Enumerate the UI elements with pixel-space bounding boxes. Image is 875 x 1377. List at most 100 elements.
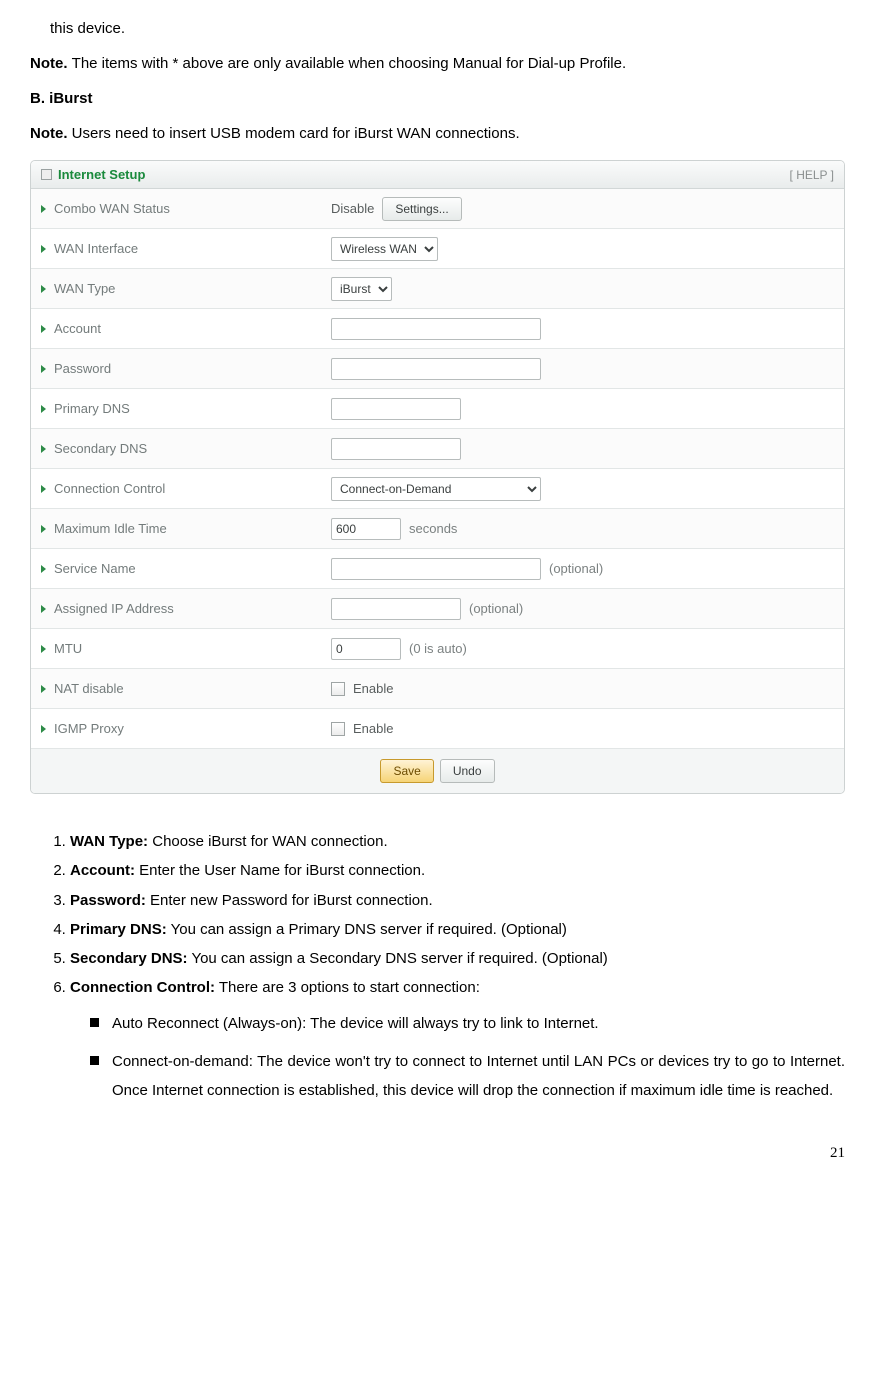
item-bold: Account: <box>70 862 135 879</box>
service-name-hint: (optional) <box>549 561 603 576</box>
list-item: Account: Enter the User Name for iBurst … <box>70 859 845 882</box>
service-name-input[interactable] <box>331 558 541 580</box>
primary-dns-input[interactable] <box>331 398 461 420</box>
arrow-icon <box>41 245 46 253</box>
row-nat-disable: NAT disable Enable <box>31 669 844 709</box>
nat-disable-checkbox[interactable] <box>331 682 345 696</box>
row-primary-dns: Primary DNS <box>31 389 844 429</box>
arrow-icon <box>41 645 46 653</box>
item-bold: WAN Type: <box>70 833 148 850</box>
igmp-proxy-checkbox[interactable] <box>331 722 345 736</box>
panel-footer: Save Undo <box>31 749 844 793</box>
row-service-name: Service Name (optional) <box>31 549 844 589</box>
igmp-proxy-label: IGMP Proxy <box>54 721 124 736</box>
row-mtu: MTU (0 is auto) <box>31 629 844 669</box>
list-item: WAN Type: Choose iBurst for WAN connecti… <box>70 830 845 853</box>
mtu-hint: (0 is auto) <box>409 641 467 656</box>
wan-type-label: WAN Type <box>54 281 115 296</box>
assigned-ip-input[interactable] <box>331 598 461 620</box>
combo-wan-label: Combo WAN Status <box>54 201 170 216</box>
secondary-dns-label: Secondary DNS <box>54 441 147 456</box>
note-1-prefix: Note. <box>30 55 72 72</box>
note-2-prefix: Note. <box>30 125 72 142</box>
sub-list-item: Connect-on-demand: The device won't try … <box>90 1048 845 1105</box>
arrow-icon <box>41 685 46 693</box>
mtu-label: MTU <box>54 641 82 656</box>
item-bold: Connection Control: <box>70 979 215 996</box>
row-igmp-proxy: IGMP Proxy Enable <box>31 709 844 749</box>
row-assigned-ip: Assigned IP Address (optional) <box>31 589 844 629</box>
service-name-label: Service Name <box>54 561 136 576</box>
arrow-icon <box>41 565 46 573</box>
save-button[interactable]: Save <box>380 759 433 783</box>
arrow-icon <box>41 285 46 293</box>
password-input[interactable] <box>331 358 541 380</box>
item-text: You can assign a Primary DNS server if r… <box>167 921 567 938</box>
arrow-icon <box>41 205 46 213</box>
arrow-icon <box>41 325 46 333</box>
arrow-icon <box>41 485 46 493</box>
list-item: Primary DNS: You can assign a Primary DN… <box>70 918 845 941</box>
description-list: WAN Type: Choose iBurst for WAN connecti… <box>30 830 845 1105</box>
item-bold: Secondary DNS: <box>70 950 188 967</box>
sub-list-item: Auto Reconnect (Always-on): The device w… <box>90 1010 845 1039</box>
note-2-body: Users need to insert USB modem card for … <box>72 125 520 142</box>
row-wan-interface: WAN Interface Wireless WAN <box>31 229 844 269</box>
igmp-proxy-option: Enable <box>353 721 393 736</box>
row-idle-time: Maximum Idle Time seconds <box>31 509 844 549</box>
section-b-heading: B. iBurst <box>30 90 845 107</box>
connection-control-select[interactable]: Connect-on-Demand <box>331 477 541 501</box>
panel-icon <box>41 169 52 180</box>
combo-wan-status: Disable <box>331 201 374 216</box>
mtu-input[interactable] <box>331 638 401 660</box>
panel-header: Internet Setup [ HELP ] <box>31 161 844 189</box>
item-text: Enter the User Name for iBurst connectio… <box>135 862 425 879</box>
row-connection-control: Connection Control Connect-on-Demand <box>31 469 844 509</box>
primary-dns-label: Primary DNS <box>54 401 130 416</box>
undo-button[interactable]: Undo <box>440 759 495 783</box>
arrow-icon <box>41 725 46 733</box>
password-label: Password <box>54 361 111 376</box>
arrow-icon <box>41 445 46 453</box>
wan-type-select[interactable]: iBurst <box>331 277 392 301</box>
secondary-dns-input[interactable] <box>331 438 461 460</box>
arrow-icon <box>41 525 46 533</box>
arrow-icon <box>41 405 46 413</box>
connection-control-label: Connection Control <box>54 481 165 496</box>
nat-disable-label: NAT disable <box>54 681 124 696</box>
row-secondary-dns: Secondary DNS <box>31 429 844 469</box>
idle-time-label: Maximum Idle Time <box>54 521 167 536</box>
item-text: Choose iBurst for WAN connection. <box>148 833 388 850</box>
item-text: You can assign a Secondary DNS server if… <box>188 950 608 967</box>
sub-list: Auto Reconnect (Always-on): The device w… <box>70 1010 845 1106</box>
list-item: Connection Control: There are 3 options … <box>70 976 845 1105</box>
item-text: Enter new Password for iBurst connection… <box>146 892 433 909</box>
assigned-ip-label: Assigned IP Address <box>54 601 174 616</box>
row-password: Password <box>31 349 844 389</box>
list-item: Secondary DNS: You can assign a Secondar… <box>70 947 845 970</box>
page-number: 21 <box>30 1145 845 1162</box>
row-wan-type: WAN Type iBurst <box>31 269 844 309</box>
account-label: Account <box>54 321 101 336</box>
item-bold: Primary DNS: <box>70 921 167 938</box>
item-bold: Password: <box>70 892 146 909</box>
arrow-icon <box>41 365 46 373</box>
account-input[interactable] <box>331 318 541 340</box>
assigned-ip-hint: (optional) <box>469 601 523 616</box>
intro-fragment: this device. <box>50 20 845 37</box>
row-combo-wan: Combo WAN Status Disable Settings... <box>31 189 844 229</box>
wan-interface-select[interactable]: Wireless WAN <box>331 237 438 261</box>
help-link[interactable]: [ HELP ] <box>790 168 834 182</box>
arrow-icon <box>41 605 46 613</box>
row-account: Account <box>31 309 844 349</box>
panel-title-text: Internet Setup <box>58 167 145 182</box>
settings-button[interactable]: Settings... <box>382 197 461 221</box>
nat-disable-option: Enable <box>353 681 393 696</box>
item-text: There are 3 options to start connection: <box>215 979 480 996</box>
internet-setup-panel: Internet Setup [ HELP ] Combo WAN Status… <box>30 160 845 794</box>
wan-interface-label: WAN Interface <box>54 241 138 256</box>
idle-time-input[interactable] <box>331 518 401 540</box>
panel-title: Internet Setup <box>41 167 145 182</box>
note-2: Note. Users need to insert USB modem car… <box>30 125 845 142</box>
list-item: Password: Enter new Password for iBurst … <box>70 889 845 912</box>
